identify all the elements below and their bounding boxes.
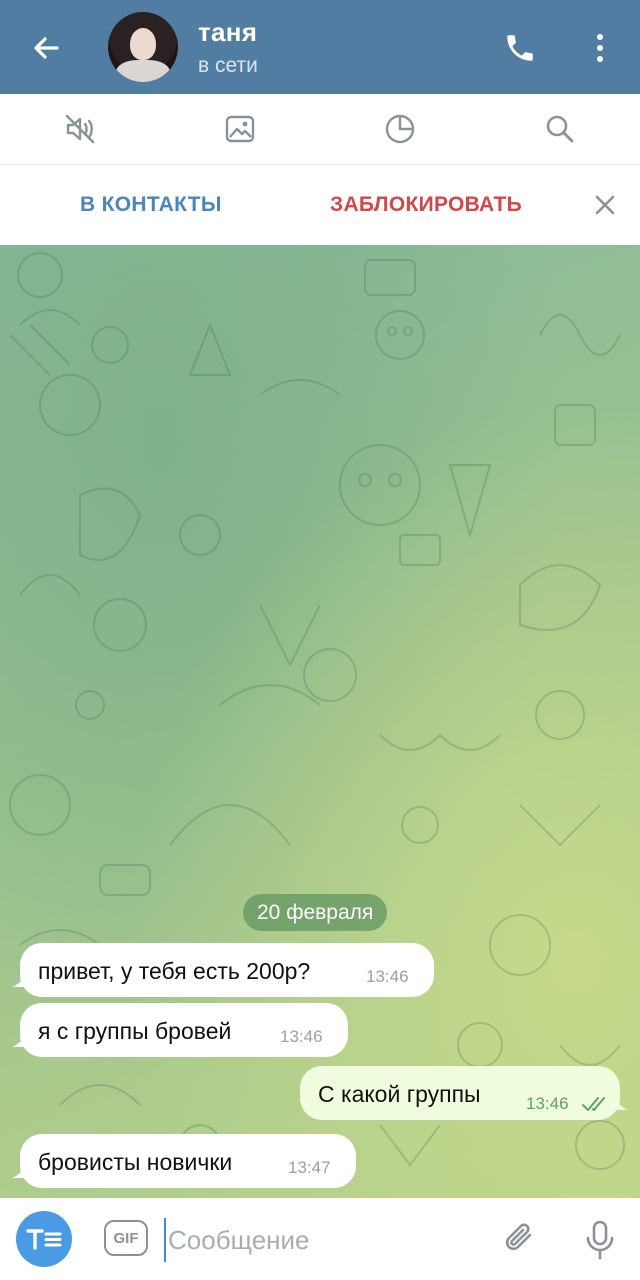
message-composer: GIF: [0, 1198, 640, 1280]
text-format-button[interactable]: [16, 1211, 72, 1267]
message-text: бровисты новички: [38, 1149, 233, 1175]
avatar-shirt: [116, 60, 170, 82]
chat-area[interactable]: 20 февраля привет, у тебя есть 200р? 13:…: [0, 245, 640, 1198]
attach-button[interactable]: [498, 1216, 542, 1260]
microphone-icon: [586, 1220, 614, 1260]
timer-icon: [385, 114, 415, 144]
message-bubble-incoming[interactable]: бровисты новички 13:47: [20, 1134, 356, 1188]
chat-title[interactable]: таня: [198, 17, 257, 48]
message-bubble-outgoing[interactable]: С какой группы 13:46: [300, 1066, 620, 1120]
message-text: С какой группы: [318, 1081, 481, 1107]
phone-icon: [507, 35, 533, 61]
add-contact-button[interactable]: В КОНТАКТЫ: [80, 193, 222, 217]
message-time: 13:46: [366, 967, 409, 986]
more-button[interactable]: [578, 26, 622, 70]
message-bubble-incoming[interactable]: привет, у тебя есть 200р? 13:46: [20, 943, 434, 997]
avatar[interactable]: [108, 12, 178, 82]
gallery-icon: [225, 115, 255, 143]
search-button[interactable]: [538, 107, 582, 151]
media-button[interactable]: [218, 107, 262, 151]
message-text: привет, у тебя есть 200р?: [38, 958, 311, 984]
double-check-icon: [582, 1097, 605, 1111]
mute-button[interactable]: [58, 107, 102, 151]
back-button[interactable]: [22, 24, 70, 72]
arrow-left-icon: [34, 37, 59, 59]
mute-icon: [65, 114, 95, 144]
close-icon: [595, 195, 615, 215]
paperclip-icon: [505, 1223, 532, 1251]
timer-button[interactable]: [378, 107, 422, 151]
message-bubble-incoming[interactable]: я с группы бровей 13:46: [20, 1003, 348, 1057]
message-input[interactable]: [164, 1218, 480, 1262]
message-time: 13:47: [288, 1158, 331, 1177]
online-status: в сети: [198, 54, 258, 77]
search-icon: [546, 115, 574, 143]
date-separator: 20 февраля: [243, 894, 388, 931]
text-format-icon: [26, 1229, 62, 1250]
call-button[interactable]: [498, 26, 542, 70]
block-button[interactable]: ЗАБЛОКИРОВАТЬ: [330, 193, 522, 217]
message-text: я с группы бровей: [38, 1018, 232, 1044]
more-vertical-icon: [597, 34, 603, 62]
chat-toolbar: [0, 94, 640, 165]
avatar-face: [130, 28, 156, 60]
message-time: 13:46: [280, 1027, 323, 1046]
gif-button[interactable]: GIF: [104, 1220, 148, 1256]
message-time: 13:46: [526, 1094, 569, 1113]
voice-record-button[interactable]: [578, 1216, 622, 1264]
close-bar-button[interactable]: [592, 192, 618, 218]
unknown-contact-bar: В КОНТАКТЫ ЗАБЛОКИРОВАТЬ: [0, 165, 640, 245]
chat-header: таня в сети: [0, 0, 640, 94]
